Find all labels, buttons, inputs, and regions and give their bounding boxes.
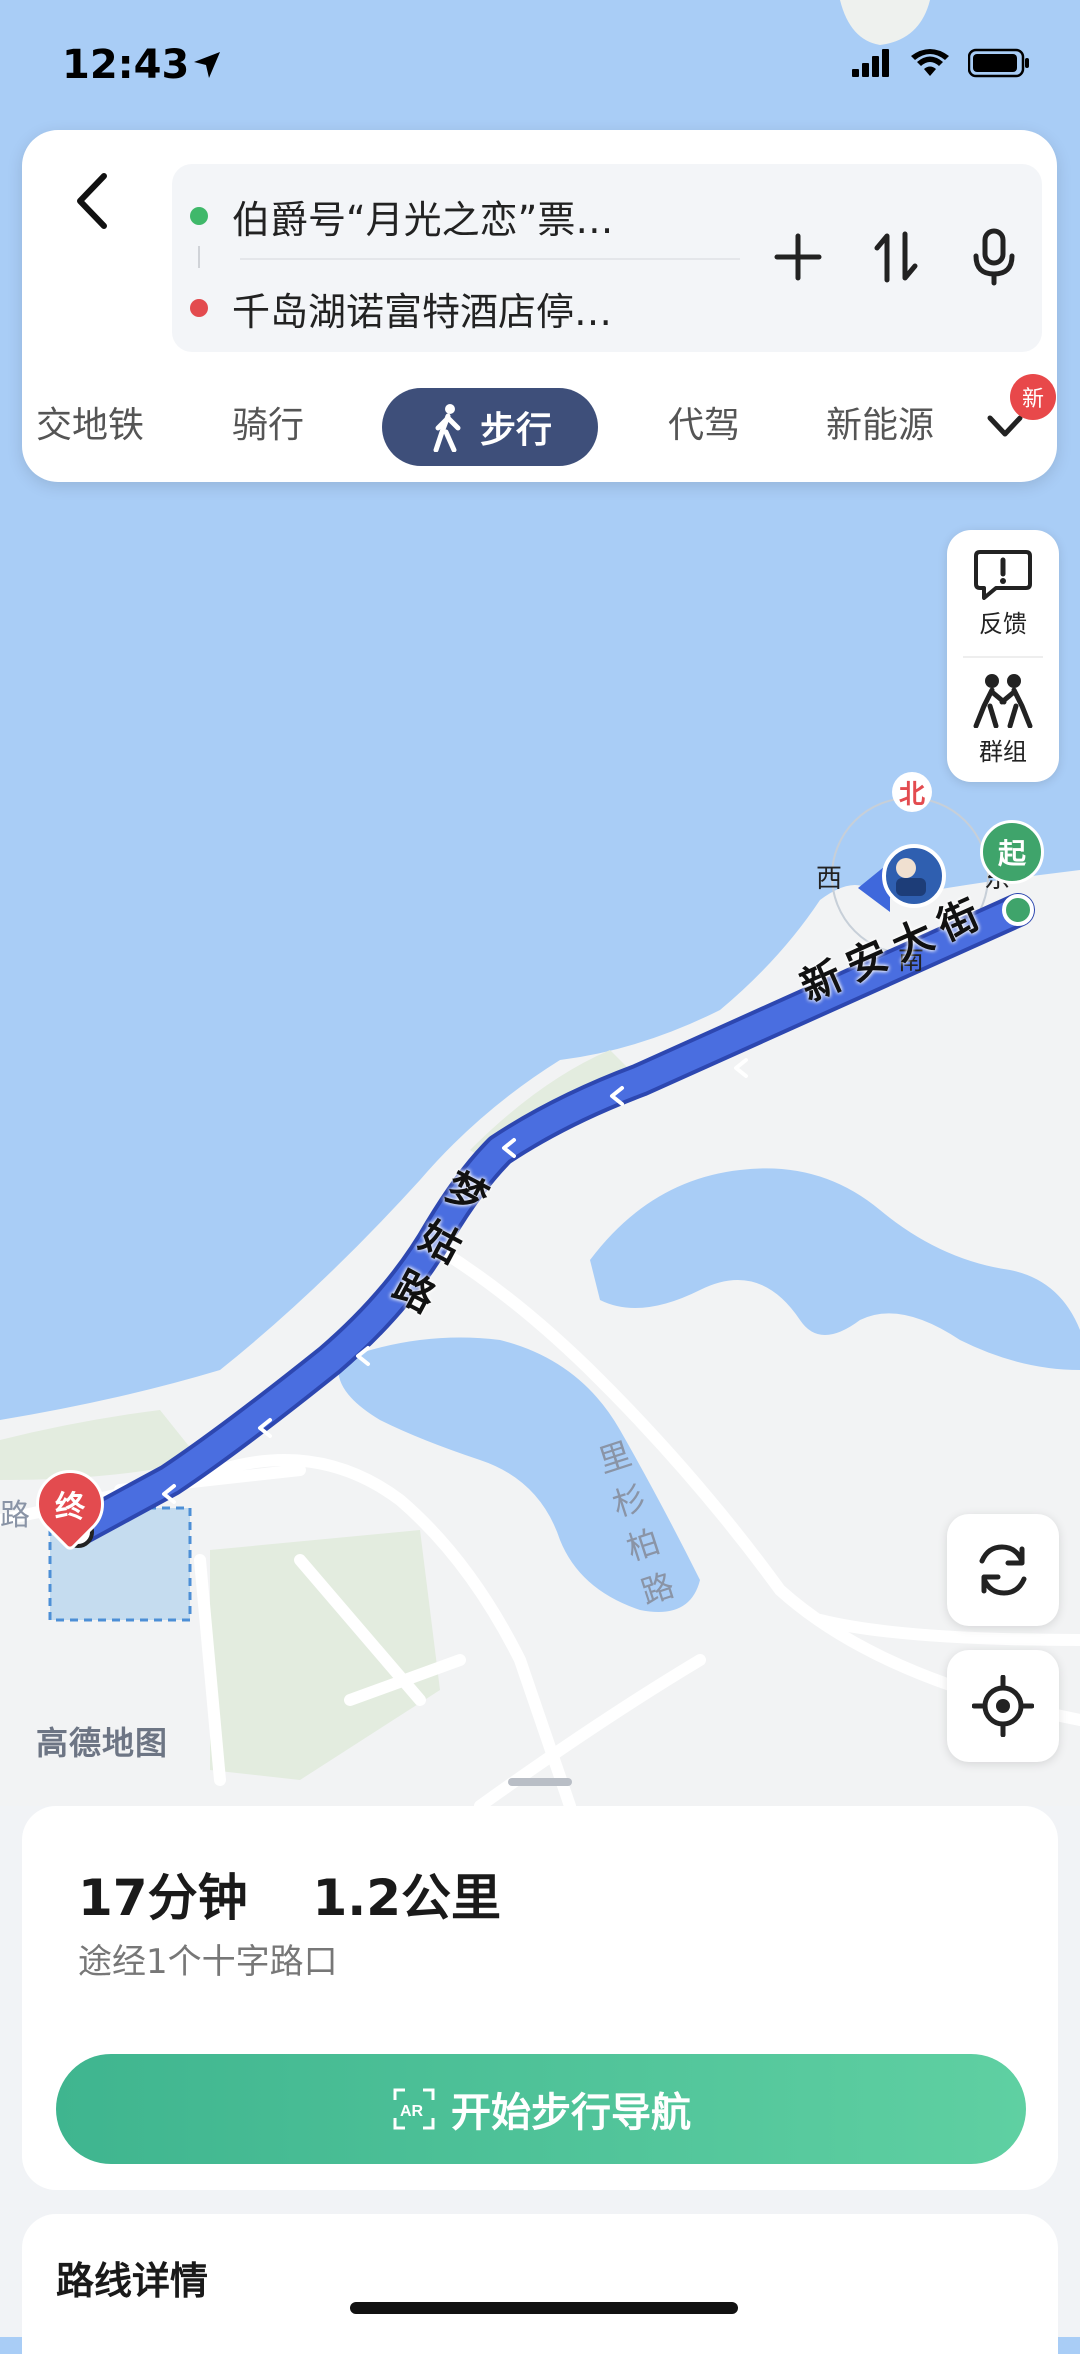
route-distance: 1.2公里 bbox=[312, 1869, 502, 1927]
tab-walk-label: 步行 bbox=[479, 410, 552, 451]
battery-icon bbox=[968, 48, 1029, 78]
route-summary: 17分钟 1.2公里 bbox=[78, 1858, 501, 1930]
svg-text:AR: AR bbox=[400, 2103, 424, 2120]
group-icon bbox=[973, 673, 1033, 728]
route-detail-title: 路线详情 bbox=[56, 2259, 209, 2303]
start-pin: 起 bbox=[980, 820, 1044, 884]
refresh-route-button[interactable] bbox=[947, 1514, 1059, 1626]
compass-west: 西 bbox=[816, 864, 843, 894]
voice-button[interactable] bbox=[966, 222, 1022, 292]
origin-dot bbox=[190, 207, 208, 225]
swap-icon bbox=[874, 231, 918, 283]
route-summary-card: 17分钟 1.2公里 途经1个十字路口 AR 开始步行导航 bbox=[22, 1806, 1058, 2190]
route-detail-card[interactable]: 路线详情 bbox=[22, 2214, 1058, 2354]
route-bottom-sheet: 17分钟 1.2公里 途经1个十字路口 AR 开始步行导航 路线详情 bbox=[0, 1806, 1080, 2354]
group-button[interactable]: 群组 bbox=[947, 656, 1059, 782]
new-badge: 新 bbox=[1010, 374, 1056, 420]
back-icon[interactable] bbox=[62, 166, 122, 236]
destination-text: 千岛湖诺富特酒店停… bbox=[232, 289, 613, 334]
feedback-button[interactable]: 反馈 bbox=[947, 530, 1059, 656]
feedback-label: 反馈 bbox=[979, 609, 1027, 638]
transport-mode-tabs: 交地铁 骑行 步行 代驾 新能源 新 bbox=[22, 370, 1057, 470]
route-duration: 17分钟 bbox=[78, 1869, 248, 1927]
tab-ev[interactable]: 新能源 bbox=[826, 396, 934, 448]
home-indicator[interactable] bbox=[350, 2302, 738, 2314]
tab-bike[interactable]: 骑行 bbox=[232, 396, 304, 448]
map-side-panel: 反馈 群组 bbox=[947, 530, 1059, 782]
add-waypoint-button[interactable] bbox=[770, 222, 826, 292]
road-label-left: 路 bbox=[0, 1498, 30, 1533]
amap-logo: 高德地图 bbox=[36, 1724, 169, 1762]
group-label: 群组 bbox=[979, 737, 1027, 766]
wifi-icon bbox=[911, 49, 949, 76]
destination-dot bbox=[190, 299, 208, 317]
feedback-icon bbox=[974, 549, 1032, 600]
compass-north: 北 bbox=[892, 772, 932, 812]
destination-field[interactable]: 千岛湖诺富特酒店停… bbox=[190, 268, 612, 348]
location-arrow-icon bbox=[194, 52, 220, 78]
status-bar: 12:43 bbox=[0, 0, 1080, 130]
ar-icon: AR bbox=[393, 2088, 435, 2130]
route-via: 途经1个十字路口 bbox=[78, 1942, 338, 1982]
start-walk-navigation-label: 开始步行导航 bbox=[451, 2090, 691, 2136]
start-walk-navigation-button[interactable]: AR 开始步行导航 bbox=[56, 2054, 1026, 2164]
end-pin: 终 bbox=[21, 1455, 119, 1553]
swap-button[interactable] bbox=[868, 222, 924, 292]
status-time: 12:43 bbox=[62, 42, 190, 88]
sheet-drag-handle[interactable] bbox=[508, 1778, 572, 1786]
plus-icon bbox=[774, 233, 822, 281]
refresh-icon bbox=[979, 1544, 1027, 1596]
locate-me-button[interactable] bbox=[947, 1650, 1059, 1762]
tab-chauffeur[interactable]: 代驾 bbox=[668, 396, 740, 448]
tab-transit[interactable]: 交地铁 bbox=[36, 396, 144, 448]
microphone-icon bbox=[973, 228, 1015, 286]
input-divider bbox=[240, 258, 740, 260]
route-search-card: 伯爵号“月光之恋”票… 千岛湖诺富特酒店停… 交地铁 骑行 步行 代驾 新能源 … bbox=[22, 130, 1057, 482]
tab-walk[interactable]: 步行 bbox=[382, 388, 598, 466]
walking-person-icon bbox=[433, 404, 461, 452]
locate-icon bbox=[972, 1675, 1034, 1737]
origin-text: 伯爵号“月光之恋”票… bbox=[232, 197, 614, 242]
origin-field[interactable]: 伯爵号“月光之恋”票… bbox=[190, 176, 613, 256]
signal-icon bbox=[852, 49, 889, 77]
route-inputs: 伯爵号“月光之恋”票… 千岛湖诺富特酒店停… bbox=[172, 164, 1042, 352]
connector-line bbox=[198, 246, 200, 268]
